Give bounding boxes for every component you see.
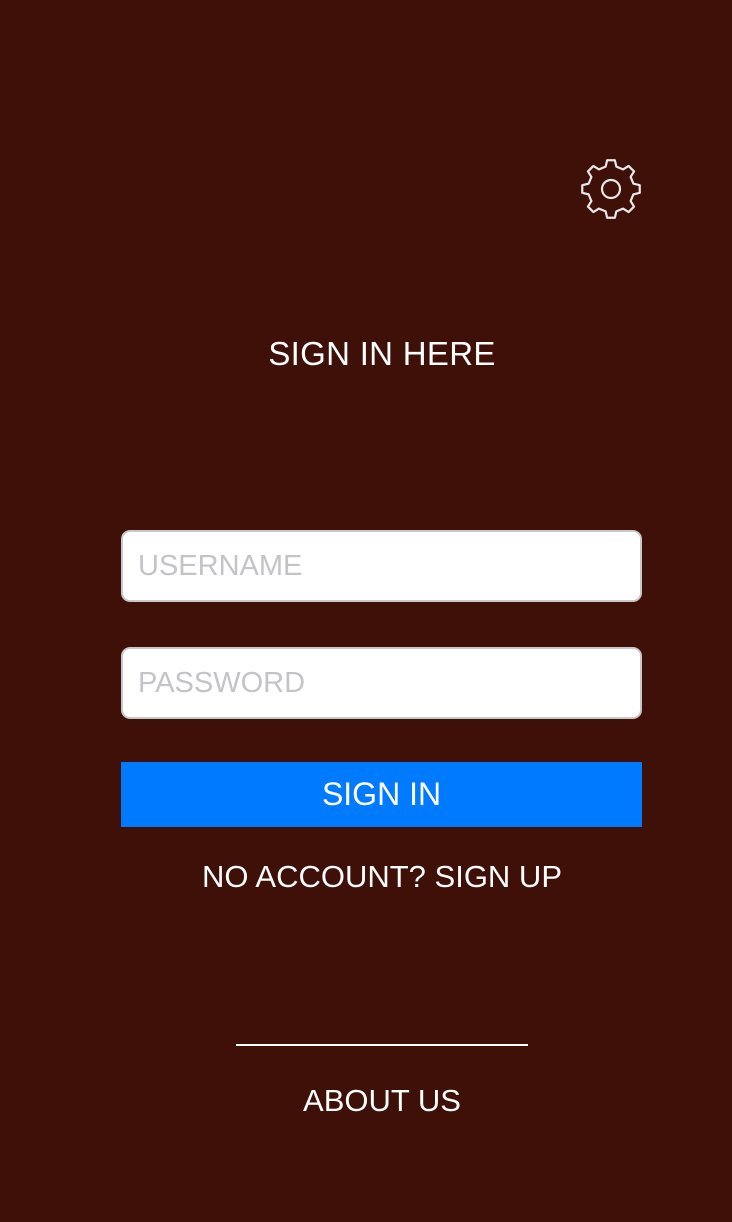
sign-in-button[interactable]: SIGN IN	[121, 762, 642, 827]
divider	[236, 1044, 528, 1046]
gear-icon	[581, 159, 641, 219]
about-us-link[interactable]: ABOUT US	[0, 1081, 732, 1121]
password-input[interactable]	[121, 647, 642, 719]
page-title: SIGN IN HERE	[268, 335, 496, 372]
settings-button[interactable]	[578, 156, 644, 222]
login-screen: SIGN IN HERE SIGN IN NO ACCOUNT? SIGN UP…	[0, 0, 732, 1222]
sign-up-link[interactable]: NO ACCOUNT? SIGN UP	[0, 857, 732, 897]
username-input[interactable]	[121, 530, 642, 602]
